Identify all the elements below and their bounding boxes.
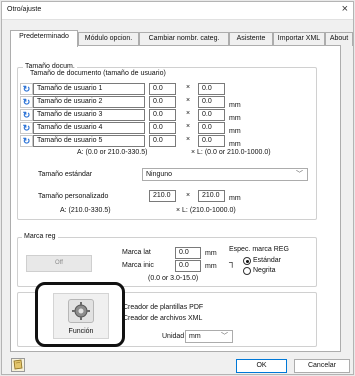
function-button-label: Función [68, 328, 94, 335]
user-size-4-height[interactable]: 0.0 [198, 122, 225, 134]
custom-width-range: A: (210.0-330.5) [60, 207, 111, 214]
mark-lat-field[interactable]: 0.0 [175, 247, 201, 259]
times-sign: × [186, 192, 191, 199]
unit-label: mm [229, 115, 241, 122]
gear-tools-icon [68, 299, 94, 323]
unit-select-label: Unidad [162, 333, 185, 340]
function-button-highlight: Función [35, 282, 125, 347]
refresh-icon[interactable]: ↻ [20, 96, 33, 108]
user-size-3-width[interactable]: 0.0 [149, 109, 176, 121]
times-sign: × [186, 123, 191, 130]
unit-label: mm [205, 263, 217, 270]
close-icon[interactable]: × [342, 3, 348, 15]
reg-standard-radio[interactable] [243, 257, 251, 265]
user-size-3-name[interactable]: Tamaño de usuario 3 [33, 109, 145, 121]
times-sign: × [186, 136, 191, 143]
mark-init-label: Marca inic [122, 262, 154, 269]
tab-cambiar-nombre-categ[interactable]: Cambiar nombr. categ. [139, 32, 229, 46]
user-size-4-width[interactable]: 0.0 [149, 122, 176, 134]
user-size-1-width[interactable]: 0.0 [149, 83, 176, 95]
times-sign: × [186, 97, 191, 104]
unit-label: mm [229, 128, 241, 135]
user-size-2-name[interactable]: Tamaño de usuario 2 [33, 96, 145, 108]
function-button[interactable]: Función [53, 293, 109, 339]
window-title: Otro/ajuste [7, 6, 42, 13]
unit-label: mm [205, 250, 217, 257]
settings-dialog: Otro/ajuste × Predeterminado Módulo opci… [1, 1, 354, 375]
user-size-1-name[interactable]: Tamaño de usuario 1 [33, 83, 145, 95]
register-mark-group-title: Marca reg [22, 233, 58, 241]
refresh-icon[interactable]: ↻ [20, 83, 33, 95]
unit-label: mm [229, 141, 241, 148]
title-bar: Otro/ajuste × [2, 2, 353, 20]
mark-init-field[interactable]: 0.0 [175, 260, 201, 272]
mark-range-note: (0.0 or 3.0-15.0) [148, 275, 199, 282]
width-range-note: A: (0.0 or 210.0-330.5) [77, 149, 148, 156]
user-size-2-height[interactable]: 0.0 [198, 96, 225, 108]
user-size-4-name[interactable]: Tamaño de usuario 4 [33, 122, 145, 134]
times-sign: × [186, 110, 191, 117]
reg-bold-label: Negrita [253, 267, 276, 274]
register-mark-group: Marca reg Off Marca lat 0.0 mm Marca ini… [17, 233, 317, 287]
chevron-down-icon: ﹀ [221, 333, 228, 340]
standard-size-value: Ninguno [146, 171, 173, 178]
mark-lat-label: Marca lat [122, 249, 151, 256]
custom-width-field[interactable]: 210.0 [149, 190, 176, 202]
custom-height-field[interactable]: 210.0 [198, 190, 225, 202]
pdf-template-label: Creador de plantillas PDF [123, 304, 204, 311]
custom-length-range: × L: (210.0-1000.0) [176, 207, 236, 214]
ok-button[interactable]: OK [236, 359, 287, 373]
reg-spec-title: Espec. marca REG [229, 246, 289, 253]
user-size-5-height[interactable]: 0.0 [198, 135, 225, 147]
chevron-down-icon: ﹀ [296, 171, 303, 178]
paper-size-group: Tamaño docum. Tamaño de documento (tamañ… [17, 63, 317, 220]
standard-size-select[interactable]: Ninguno ﹀ [142, 168, 308, 181]
refresh-icon[interactable]: ↻ [20, 135, 33, 147]
standard-size-label: Tamaño estándar [38, 171, 93, 178]
refresh-icon[interactable]: ↻ [20, 122, 33, 134]
reg-standard-label: Estándar [253, 257, 282, 264]
user-size-2-width[interactable]: 0.0 [149, 96, 176, 108]
custom-size-label: Tamaño personalizado [38, 193, 109, 200]
length-range-note: × L: (0.0 or 210.0-1000.0) [191, 149, 271, 156]
tab-predeterminado[interactable]: Predeterminado [10, 30, 78, 47]
tab-about[interactable]: About [325, 32, 353, 46]
user-size-5-name[interactable]: Tamaño de usuario 5 [33, 135, 145, 147]
xml-creator-label: Creador de archivos XML [123, 315, 203, 322]
register-mark-toggle[interactable]: Off [26, 255, 92, 272]
tab-modulo-opcion[interactable]: Módulo opcion. [78, 32, 139, 46]
unit-select[interactable]: mm ﹀ [185, 330, 233, 343]
tab-importar-xml[interactable]: Importar XML [273, 32, 325, 46]
unit-select-value: mm [189, 333, 201, 340]
bracket-glyph: ┐ [229, 257, 236, 267]
times-sign: × [186, 84, 191, 91]
cancel-button[interactable]: Cancelar [294, 359, 350, 373]
unit-label: mm [229, 102, 241, 109]
unit-label: mm [229, 195, 241, 202]
tab-asistente[interactable]: Asistente [229, 32, 273, 46]
user-size-5-width[interactable]: 0.0 [149, 135, 176, 147]
book-icon[interactable] [11, 358, 25, 372]
user-size-1-height[interactable]: 0.0 [198, 83, 225, 95]
user-size-3-height[interactable]: 0.0 [198, 109, 225, 121]
paper-size-subtitle: Tamaño de documento (tamaño de usuario) [30, 70, 166, 77]
refresh-icon[interactable]: ↻ [20, 109, 33, 121]
reg-bold-radio[interactable] [243, 267, 251, 275]
